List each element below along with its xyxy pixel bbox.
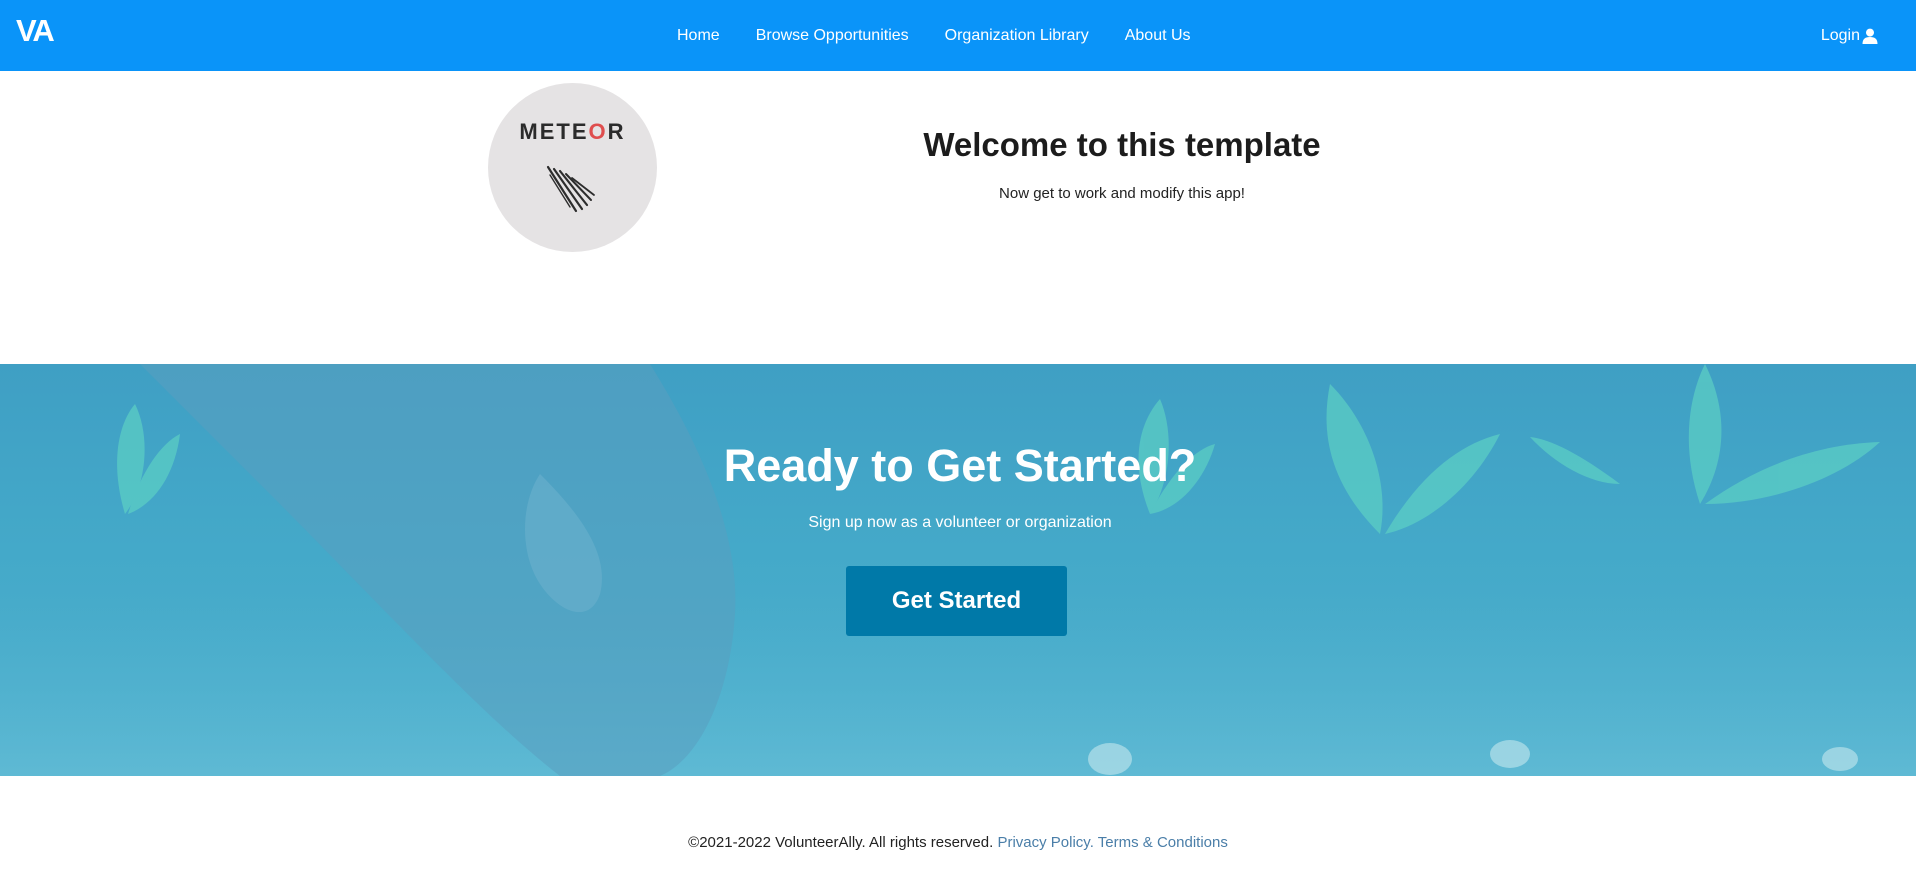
footer-text: ©2021-2022 VolunteerAlly. All rights res… [0, 834, 1916, 851]
login-label: Login [1820, 26, 1860, 44]
get-started-banner: Ready to Get Started? Sign up now as a v… [0, 364, 1916, 776]
brand-logo[interactable]: VA [16, 13, 55, 49]
footer: ©2021-2022 VolunteerAlly. All rights res… [0, 776, 1916, 888]
get-started-button[interactable]: Get Started [846, 566, 1067, 636]
cta-subtitle: Sign up now as a volunteer or organizati… [808, 514, 1112, 531]
top-navbar: VA Home Browse Opportunities Organizatio… [0, 0, 1916, 71]
nav-home[interactable]: Home [677, 27, 720, 45]
main-nav: Home Browse Opportunities Organization L… [677, 0, 1227, 71]
meteor-logo-icon [546, 165, 595, 213]
meteor-logo-text: METEOR [519, 119, 626, 144]
terms-conditions-link[interactable]: Terms & Conditions [1098, 834, 1228, 851]
nav-about-us[interactable]: About Us [1125, 27, 1191, 45]
welcome-section: METEOR Welcome to this template Now get … [0, 71, 1916, 364]
page-subtitle: Now get to work and modify this app! [999, 185, 1245, 202]
user-icon [1862, 28, 1878, 44]
nav-browse-opportunities[interactable]: Browse Opportunities [756, 27, 909, 45]
page-title: Welcome to this template [923, 126, 1321, 163]
login-button[interactable]: Login [1821, 0, 1878, 71]
nav-organization-library[interactable]: Organization Library [945, 27, 1089, 45]
cta-title: Ready to Get Started? [723, 440, 1197, 491]
meteor-logo: METEOR [488, 83, 657, 252]
privacy-policy-link[interactable]: Privacy Policy. [997, 834, 1093, 851]
copyright-text: ©2021-2022 VolunteerAlly. All rights res… [688, 834, 994, 851]
